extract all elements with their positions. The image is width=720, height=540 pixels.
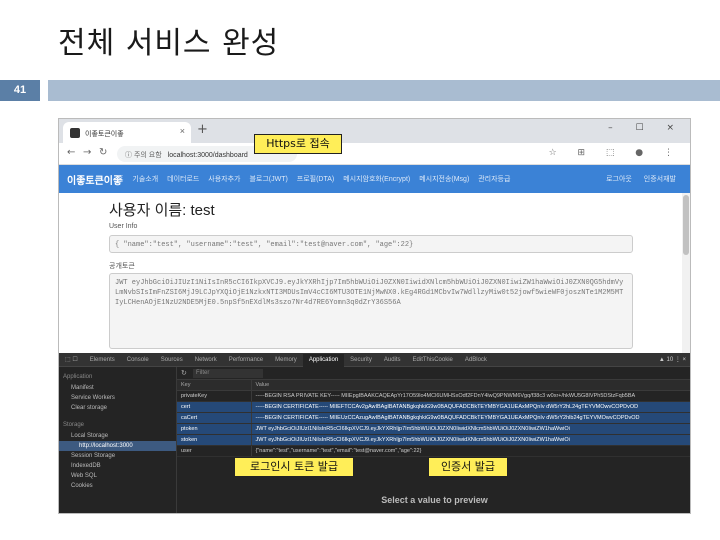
devtools-status[interactable]: ▲ 10 ⋮ × [659,356,686,363]
page-heading: 사용자 이름: test [109,202,215,219]
table-row[interactable]: stoken JWT eyJhbGciOiJIUzI1NiIsInR5cCI6Ik… [177,434,690,446]
filter-input[interactable]: Filter [193,369,263,378]
storage-table: Key Value privateKey -----BEGIN RSA PRIVA… [177,380,690,457]
tab-performance[interactable]: Performance [223,354,269,368]
userinfo-field[interactable]: { "name":"test", "username":"test", "ema… [109,235,633,253]
forward-icon[interactable]: → [83,147,91,158]
filter-bar: ↻ Filter [177,367,690,380]
table-row[interactable]: caCert -----BEGIN CERTIFICATE----- MIIEUz… [177,412,690,424]
site-menu: 홈 기술소개 데이터로드 사용자추가 블로그(JWT) 프로필(DTA) 메시지… [117,174,517,184]
tab-security[interactable]: Security [344,354,378,368]
sidebar-item-web-sql[interactable]: Web SQL [59,471,176,481]
slide-number: 41 [0,80,40,101]
callout-login-token: 로그인시 토큰 발급 [234,457,354,477]
sidebar-item-indexeddb[interactable]: IndexedDB [59,461,176,471]
devtools-sidebar: Application Manifest Service Workers Cle… [59,367,177,513]
table-row[interactable]: cert -----BEGIN CERTIFICATE----- MIIEFTCC… [177,401,690,413]
row-key[interactable]: ptoken [177,423,252,435]
nav-link-data[interactable]: 데이터로드 [167,176,199,183]
sidebar-item-manifest[interactable]: Manifest [59,383,176,393]
table-row[interactable]: user {"name":"test","username":"test","em… [177,445,690,457]
back-icon[interactable]: ← [67,147,75,158]
browser-window: 이좋토큰이좋 × + – ☐ × ← → ↻ ⓘ 주의 요함 localhost:… [58,118,691,514]
site-brand[interactable]: 이좋토큰이좋 [67,172,122,187]
row-key[interactable]: privateKey [177,390,252,402]
favicon-icon [70,128,80,138]
nav-link-adduser[interactable]: 사용자추가 [208,176,240,183]
page-scrollbar[interactable] [682,193,690,353]
nav-link-blog[interactable]: 블로그(JWT) [249,176,287,183]
nav-link-msg[interactable]: 메시지전송(Msg) [419,176,469,183]
table-row[interactable]: privateKey -----BEGIN RSA PRIVATE KEY----… [177,390,690,402]
application-section-header: Application [63,374,93,380]
row-value[interactable]: {"name":"test","username":"test","email"… [251,445,690,457]
callout-https: Https로 접속 [254,134,342,154]
preview-empty-message: Select a value to preview [381,495,488,505]
devtools-inspect-icon[interactable]: ⬚ ☐ [59,353,84,367]
nav-link-admin[interactable]: 관리자등급 [478,176,510,183]
nav-link-tech[interactable]: 기술소개 [132,176,158,183]
logout-link[interactable]: 로그아웃 [606,176,632,183]
slide-accent-bar [48,80,720,101]
tab-editthiscookie[interactable]: EditThisCookie [407,354,459,368]
column-header-value[interactable]: Value [251,380,690,391]
refresh-icon[interactable]: ↻ [181,369,187,377]
nav-link-encrypt[interactable]: 메시지암호화(Encrypt) [343,176,410,183]
callout-cert-issue: 인증서 발급 [428,457,508,477]
address-bar: ← → ↻ ⓘ 주의 요함 localhost:3000/dashboard ☆ … [59,143,690,165]
row-key[interactable]: cert [177,401,252,413]
devtools-panel: ⬚ ☐ Elements Console Sources Network Performa… [59,353,690,513]
url-text: localhost:3000/dashboard [167,152,248,159]
column-header-key[interactable]: Key [177,380,252,391]
token-label: 공개토큰 [109,263,135,270]
tab-title: 이좋토큰이좋 [85,131,124,138]
storage-section-header: Storage [63,422,85,428]
site-navbar: 이좋토큰이좋 홈 기술소개 데이터로드 사용자추가 블로그(JWT) 프로필(D… [59,165,690,193]
cert-reissue-link[interactable]: 인증서재발 [644,176,676,183]
security-warning[interactable]: ⓘ 주의 요함 [125,152,162,159]
sidebar-item-service-workers[interactable]: Service Workers [59,393,176,403]
nav-link-home[interactable]: 홈 [117,176,123,183]
devtools-tabs: ⬚ ☐ Elements Console Sources Network Performa… [59,353,690,368]
sidebar-item-local-storage[interactable]: Local Storage [59,431,176,441]
tab-strip: 이좋토큰이좋 × + – ☐ × [59,119,690,143]
token-field[interactable]: JWT eyJhbGciOiJIUzI1NiIsInR5cCI6IkpXVCJ9… [109,273,633,349]
sidebar-item-session-storage[interactable]: Session Storage [59,451,176,461]
row-key[interactable]: stoken [177,434,252,446]
tab-close-icon[interactable]: × [180,126,185,136]
row-value[interactable]: JWT eyJhbGciOiJIUzI1NiIsInR5cCI6IkpXVCJ9… [251,434,690,446]
site-right-menu: 로그아웃 인증서재발 [596,174,676,184]
tab-sources[interactable]: Sources [155,354,189,368]
userinfo-label: User Info [109,223,138,230]
tab-audits[interactable]: Audits [378,354,407,368]
row-value[interactable]: -----BEGIN CERTIFICATE----- MIIEUzCCAzug… [251,412,690,424]
browser-tab[interactable]: 이좋토큰이좋 × [63,122,191,143]
row-key[interactable]: caCert [177,412,252,424]
tab-elements[interactable]: Elements [84,354,121,368]
toolbar-icons[interactable]: ☆ ⊞ ⬚ ● ⋮ [549,148,682,158]
sidebar-item-cookies[interactable]: Cookies [59,481,176,491]
sidebar-item-clear-storage[interactable]: Clear storage [59,403,176,413]
row-value[interactable]: JWT eyJhbGciOiJIUzI1NiIsInR5cCI6IkpXVCJ9… [251,423,690,435]
tab-memory[interactable]: Memory [269,354,303,368]
slide-title: 전체 서비스 완성 [58,26,280,61]
nav-link-profile[interactable]: 프로필(DTA) [297,176,334,183]
row-value[interactable]: -----BEGIN RSA PRIVATE KEY----- MIIEpgIB… [251,390,690,402]
row-value[interactable]: -----BEGIN CERTIFICATE----- MIIEFTCCAv2g… [251,401,690,413]
tab-adblock[interactable]: AdBlock [459,354,493,368]
tab-network[interactable]: Network [189,354,223,368]
tab-console[interactable]: Console [121,354,155,368]
row-key[interactable]: user [177,445,252,457]
sidebar-item-localhost[interactable]: http://localhost:3000 [59,441,176,451]
page-content: 사용자 이름: test User Info { "name":"test", … [59,193,690,353]
new-tab-button[interactable]: + [197,122,208,137]
reload-icon[interactable]: ↻ [99,147,107,158]
table-row[interactable]: ptoken JWT eyJhbGciOiJIUzI1NiIsInR5cCI6Ik… [177,423,690,435]
tab-application[interactable]: Application [302,354,345,368]
window-controls[interactable]: – ☐ × [608,123,684,133]
storage-viewer: ↻ Filter Key Value privateKey -----BEGIN … [177,367,690,513]
